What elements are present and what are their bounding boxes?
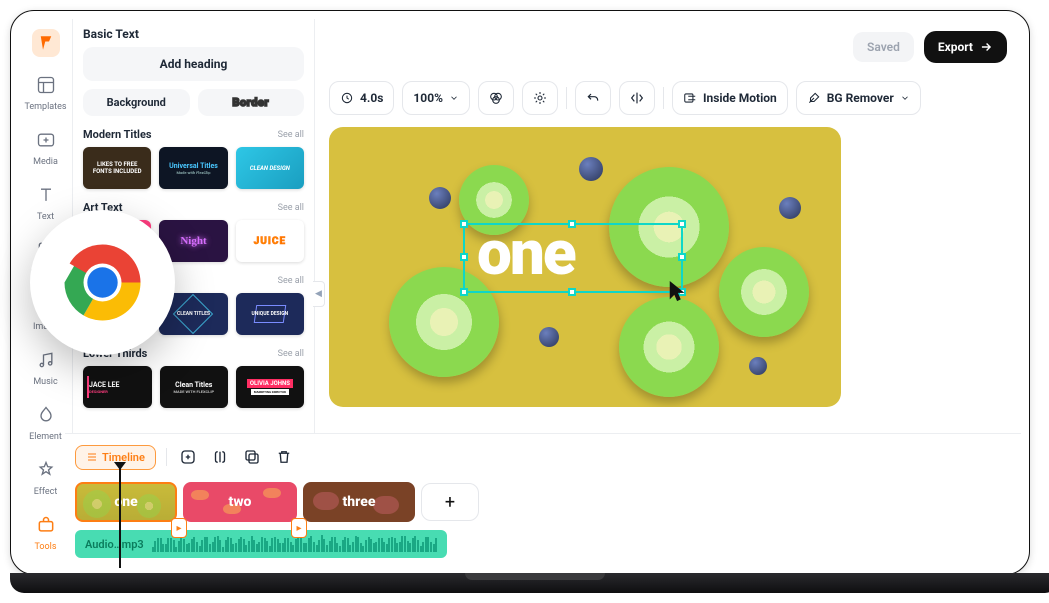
image-icon [32,291,60,319]
element-icon [32,401,60,429]
sidebar-item-templates[interactable]: Templates [22,71,70,112]
bg-remover-button[interactable]: BG Remover [796,81,921,115]
sidebar-item-text[interactable]: Text [22,181,70,222]
sidebar-item-music[interactable]: Music [22,346,70,387]
flip-button[interactable] [619,81,655,115]
duration-button[interactable]: 4.0s [329,81,394,115]
transition-handle[interactable]: ▸ [291,518,307,538]
duplicate-button[interactable] [241,446,263,468]
sidebar-item-effect[interactable]: Effect [22,456,70,497]
sidebar-item-image[interactable]: Image [22,291,70,332]
sidebar-item-tools[interactable]: Tools [22,511,70,552]
section-lower-thirds: Lower Thirds [83,347,147,360]
timeline-clip[interactable]: two [183,482,297,522]
app-logo[interactable] [22,29,70,57]
text-template-card[interactable]: JACE LEEDESIGNER [83,366,152,408]
border-button[interactable]: Border [198,89,305,116]
text-template-card[interactable]: LIKES TO FREEFONTS INCLUDED [83,147,151,189]
add-clip-button[interactable] [177,446,199,468]
text-icon [32,181,60,209]
cursor-icon [667,279,689,305]
delete-button[interactable] [273,446,295,468]
text-template-card[interactable]: Clean TitlesMADE WITH FLEXCLIP [160,366,228,408]
transition-handle[interactable]: ▸ [171,518,187,538]
text-template-card[interactable]: CLEAN DESIGN [236,147,304,189]
music-icon [32,346,60,374]
canvas[interactable]: one [329,127,841,407]
background-button[interactable]: Background [83,89,190,116]
split-button[interactable] [209,446,231,468]
timeline-clip[interactable]: one [75,482,177,522]
see-all-link[interactable]: See all [278,203,304,213]
see-all-link[interactable]: See all [278,276,304,286]
text-template-card[interactable]: BASIC TITLES [83,293,151,335]
add-clip-button[interactable]: + [421,483,479,521]
collapse-panel-button[interactable]: ◀ [313,281,325,307]
audio-track[interactable]: Audio…mp3 [75,530,447,558]
selection-box[interactable] [463,223,683,293]
text-template-card[interactable]: SHADOW [83,220,151,262]
undo-button[interactable] [575,81,611,115]
waveform [152,536,437,552]
export-button[interactable]: Export [924,31,1007,63]
zoom-button[interactable]: 100% [402,81,470,115]
effect-icon [32,456,60,484]
timeline-clip[interactable]: three [303,482,415,522]
text-template-card[interactable]: OLIVIA JOHNSMARKETING DIRECTOR [236,366,304,408]
add-heading-button[interactable]: Add heading [83,47,304,81]
see-all-link[interactable]: See all [278,349,304,359]
sidebar-item-overlay[interactable]: Overlay [22,236,70,277]
see-all-link[interactable]: See all [278,130,304,140]
text-template-card[interactable]: Night [159,220,227,262]
color-adjust-button[interactable] [478,81,514,115]
saved-indicator: Saved [853,32,914,62]
tools-icon [32,511,60,539]
text-template-card[interactable]: Universal TitlesMade with FlexClip [159,147,227,189]
templates-icon [32,71,60,99]
overlay-icon [32,236,60,264]
sidebar-item-media[interactable]: Media [22,126,70,167]
text-template-card[interactable]: JUICE [236,220,304,262]
text-template-card[interactable]: CLEAN TITLES [159,293,227,335]
panel-title: Basic Text [83,27,304,41]
canvas-toolbar: 4.0s 100% Inside Motion BG Remover [315,75,1021,121]
sidebar-item-element[interactable]: Element [22,401,70,442]
section-badges-titles: Badges Titles [83,274,150,287]
inside-motion-button[interactable]: Inside Motion [672,81,788,115]
section-modern-titles: Modern Titles [83,128,152,141]
section-art-text: Art Text [83,201,122,214]
playhead[interactable] [119,468,121,568]
media-icon [32,126,60,154]
text-template-card[interactable]: UNIQUE DESIGN [236,293,304,335]
settings-button[interactable] [522,81,558,115]
